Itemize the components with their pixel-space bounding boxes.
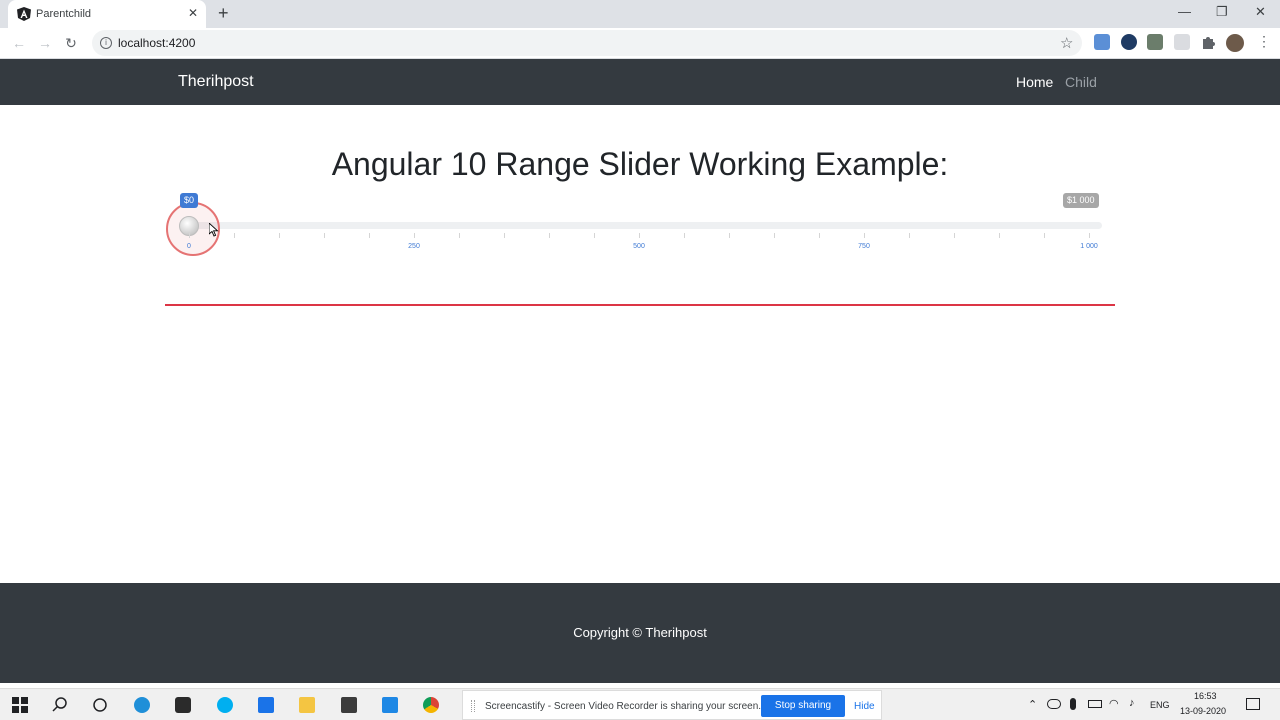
slider-tick — [954, 233, 955, 238]
slider-tick — [324, 233, 325, 238]
slider-track[interactable] — [190, 222, 1102, 229]
file-explorer-icon[interactable] — [299, 697, 315, 713]
page-heading: Angular 10 Range Slider Working Example: — [331, 146, 949, 182]
slider-tick — [909, 233, 910, 238]
slider-tick — [504, 233, 505, 238]
site-info-icon[interactable]: i — [100, 37, 112, 49]
reload-icon[interactable]: ↻ — [62, 34, 80, 52]
footer-copyright: Copyright © Therihpost — [573, 625, 707, 640]
mouse-cursor-icon — [209, 223, 219, 237]
slider-tick — [189, 233, 190, 238]
shield-icon[interactable] — [1174, 34, 1190, 50]
slider-tick — [279, 233, 280, 238]
edge-icon[interactable] — [134, 697, 150, 713]
back-icon[interactable]: ← — [10, 34, 28, 52]
tick-label: 500 — [633, 243, 645, 250]
chrome-icon[interactable] — [423, 697, 439, 713]
drag-grip-icon[interactable] — [471, 700, 475, 712]
slider-tick — [369, 233, 370, 238]
slider-max-bubble: $1 000 — [1063, 193, 1099, 208]
vscode-icon[interactable] — [382, 697, 398, 713]
slider-tick — [819, 233, 820, 238]
slider-tick — [414, 233, 415, 238]
slider-tick — [1044, 233, 1045, 238]
slider-tick — [774, 233, 775, 238]
address-bar[interactable]: i localhost:4200 ☆ — [92, 30, 1082, 56]
new-tab-icon[interactable]: + — [218, 4, 229, 22]
notifications-icon[interactable] — [1246, 698, 1260, 710]
language-indicator[interactable]: ENG — [1150, 700, 1170, 710]
slider-tick — [639, 233, 640, 238]
tick-label: 750 — [858, 243, 870, 250]
stop-sharing-button[interactable]: Stop sharing — [761, 695, 845, 717]
nav-link-home[interactable]: Home — [1016, 74, 1053, 90]
extension-icon[interactable] — [1147, 34, 1163, 50]
divider-line — [165, 304, 1115, 306]
bookmark-star-icon[interactable]: ☆ — [1060, 34, 1073, 52]
forward-icon[interactable]: → — [36, 34, 54, 52]
tick-label: 0 — [187, 243, 191, 250]
tray-chevron-icon[interactable]: ⌃ — [1028, 698, 1037, 711]
slider-tick — [684, 233, 685, 238]
nav-link-child[interactable]: Child — [1065, 74, 1097, 90]
navbar-brand[interactable]: Therihpost — [178, 73, 254, 91]
extension-icon[interactable] — [1094, 34, 1110, 50]
store-icon[interactable] — [175, 697, 191, 713]
share-message: Screencastify - Screen Video Recorder is… — [485, 701, 762, 712]
angular-icon — [17, 7, 31, 21]
slider-tick — [864, 233, 865, 238]
extension-icon[interactable] — [1121, 34, 1137, 50]
onedrive-icon[interactable] — [1047, 699, 1061, 709]
range-slider[interactable]: $0 $1 000 0 250 500 750 1 000 — [165, 190, 1115, 260]
mail-icon[interactable] — [258, 697, 274, 713]
menu-kebab-icon[interactable]: ⋮ — [1257, 33, 1271, 50]
sublime-text-icon[interactable] — [341, 697, 357, 713]
slider-tick — [999, 233, 1000, 238]
clock-time[interactable]: 16:53 — [1194, 691, 1217, 701]
tick-label: 250 — [408, 243, 420, 250]
slider-tick — [1089, 233, 1090, 238]
slider-tick — [234, 233, 235, 238]
extensions-puzzle-icon[interactable] — [1201, 35, 1215, 49]
browser-tab[interactable]: Parentchild ✕ — [8, 0, 206, 28]
slider-tick — [594, 233, 595, 238]
hide-link[interactable]: Hide — [854, 701, 875, 712]
restore-icon[interactable]: ❐ — [1216, 4, 1228, 20]
slider-value-bubble: $0 — [180, 193, 199, 208]
skype-icon[interactable] — [217, 697, 233, 713]
cortana-icon[interactable] — [92, 697, 108, 713]
volume-icon[interactable]: ♪ — [1129, 697, 1135, 709]
tab-close-icon[interactable]: ✕ — [188, 6, 198, 20]
windows-start-icon[interactable] — [12, 697, 28, 713]
tab-title: Parentchild — [36, 8, 92, 20]
clock-date[interactable]: 13-09-2020 — [1180, 706, 1226, 716]
slider-tick — [729, 233, 730, 238]
browser-tabstrip: Parentchild ✕ + — ❐ ✕ — [0, 0, 1280, 28]
url-text[interactable]: localhost:4200 — [118, 36, 195, 50]
slider-tick — [459, 233, 460, 238]
minimize-icon[interactable]: — — [1178, 4, 1191, 20]
search-icon[interactable] — [52, 697, 68, 713]
profile-avatar[interactable] — [1226, 34, 1244, 52]
battery-icon[interactable] — [1088, 700, 1102, 708]
screen-share-banner: Screencastify - Screen Video Recorder is… — [462, 690, 882, 720]
window-close-icon[interactable]: ✕ — [1255, 4, 1266, 20]
slider-tick — [549, 233, 550, 238]
microphone-icon[interactable] — [1070, 698, 1076, 710]
browser-toolbar: ← → ↻ i localhost:4200 ☆ — [0, 28, 1280, 59]
wifi-icon[interactable]: ◠ — [1109, 697, 1119, 710]
site-navbar: Therihpost Home Child — [0, 59, 1280, 105]
site-footer: Copyright © Therihpost — [0, 583, 1280, 683]
tick-label: 1 000 — [1080, 243, 1098, 250]
